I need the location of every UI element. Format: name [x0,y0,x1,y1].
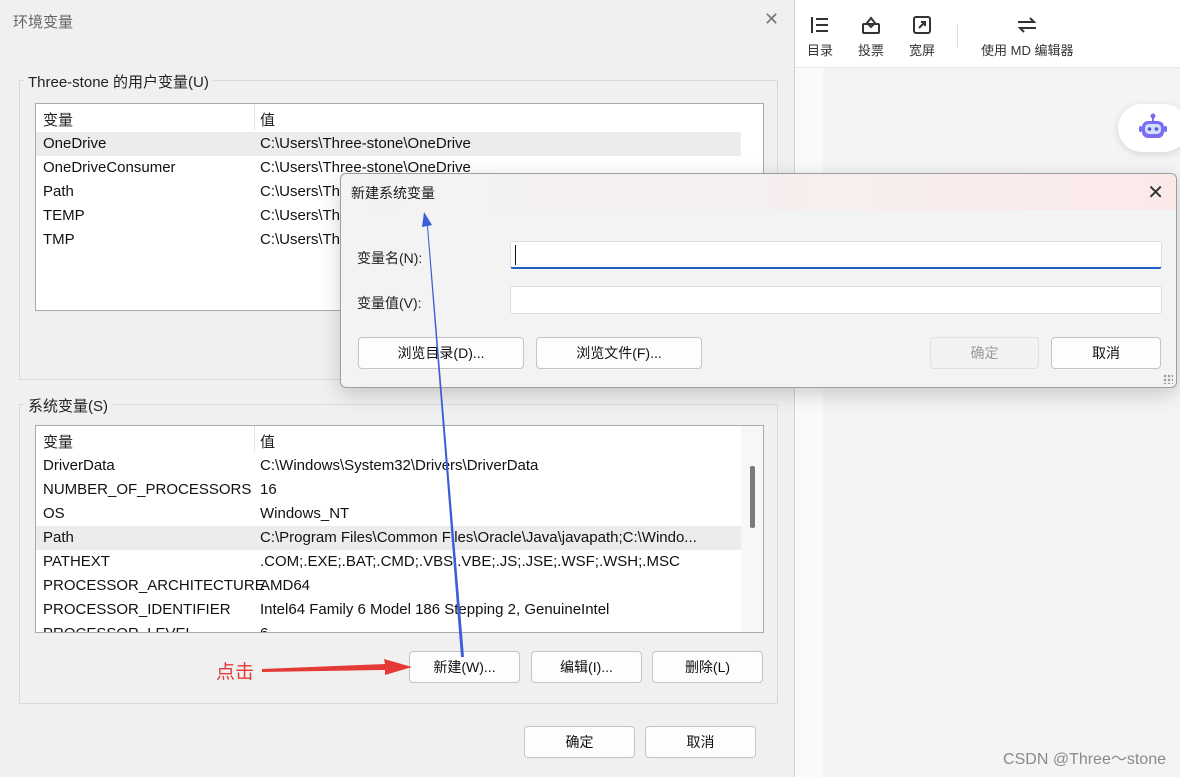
toolbar-widescreen-button[interactable]: 宽屏 [909,14,935,59]
table-row[interactable]: NUMBER_OF_PROCESSORS 16 [36,478,741,502]
scrollbar-thumb[interactable] [750,466,755,528]
close-icon[interactable]: ✕ [1147,180,1164,205]
system-variables-label: 系统变量(S) [24,395,112,416]
table-row[interactable]: PATHEXT .COM;.EXE;.BAT;.CMD;.VBS;.VBE;.J… [36,550,741,574]
edit-button[interactable]: 编辑(I)... [531,651,642,683]
table-row[interactable]: Path C:\Program Files\Common Files\Oracl… [36,526,741,550]
ai-assistant-button[interactable] [1118,104,1180,152]
table-row[interactable]: DriverData C:\Windows\System32\Drivers\D… [36,454,741,478]
column-header-variable[interactable]: 变量 [43,431,73,452]
text-caret [515,245,516,265]
cancel-button[interactable]: 取消 [1051,337,1161,369]
system-variables-list[interactable]: 变量 值 DriverData C:\Windows\System32\Driv… [35,425,764,633]
variable-name-label: 变量名(N): [357,250,423,266]
table-row[interactable]: PROCESSOR_ARCHITECTURE AMD64 [36,574,741,598]
toolbar-divider [957,24,958,48]
ok-button[interactable]: 确定 [930,337,1039,369]
dialog-titlebar[interactable] [341,174,1176,210]
table-row[interactable]: PROCESSOR_IDENTIFIER Intel64 Family 6 Mo… [36,598,741,622]
outline-icon [809,14,831,36]
close-icon[interactable]: ✕ [764,9,779,30]
delete-button[interactable]: 删除(L) [652,651,763,683]
browse-directory-button[interactable]: 浏览目录(D)... [358,337,524,369]
toolbar-vote-label: 投票 [858,43,885,58]
toolbar-widescreen-label: 宽屏 [909,43,936,58]
variable-value-input[interactable] [510,286,1162,314]
table-row[interactable]: OneDrive C:\Users\Three-stone\OneDrive [36,132,741,156]
environment-variables-dialog: 环境变量 ✕ Three-stone 的用户变量(U) 变量 值 OneDriv… [0,0,795,777]
toolbar-md-editor-label: 使用 MD 编辑器 [981,43,1074,58]
resize-grip-icon[interactable] [1163,374,1173,384]
vote-icon [860,14,882,36]
browse-file-button[interactable]: 浏览文件(F)... [536,337,702,369]
list-scrollbar[interactable] [741,426,763,632]
editor-toolbar: 目录 投票 宽屏 使用 MD 编辑器 [795,0,1180,68]
cancel-button[interactable]: 取消 [645,726,756,758]
column-header-variable[interactable]: 变量 [43,109,73,130]
new-system-variable-dialog: 新建系统变量 ✕ 变量名(N): 变量值(V): 浏览目录(D)... 浏览文件… [340,173,1177,388]
table-row[interactable]: OS Windows_NT [36,502,741,526]
widescreen-icon [911,14,933,36]
user-variables-label: Three-stone 的用户变量(U) [24,71,213,92]
toolbar-md-editor-button[interactable]: 使用 MD 编辑器 [981,14,1073,59]
column-header-value[interactable]: 值 [260,109,275,130]
list-header: 变量 值 [36,426,763,452]
toolbar-outline-button[interactable]: 目录 [807,14,833,59]
list-header: 变量 值 [36,104,763,130]
swap-icon [1016,14,1038,36]
dialog-title: 新建系统变量 [351,185,435,201]
column-header-value[interactable]: 值 [260,431,275,452]
dialog-title: 环境变量 [13,14,74,31]
variable-value-label: 变量值(V): [357,295,422,311]
toolbar-outline-label: 目录 [807,43,834,58]
click-annotation-label: 点击 [216,662,255,683]
toolbar-vote-button[interactable]: 投票 [858,14,884,59]
new-button[interactable]: 新建(W)... [409,651,520,683]
robot-icon [1138,112,1168,145]
watermark: CSDN @Three～stone [1003,751,1166,768]
variable-name-input[interactable] [510,241,1162,269]
ok-button[interactable]: 确定 [524,726,635,758]
table-row[interactable]: PROCESSOR_LEVEL 6 [36,622,741,632]
